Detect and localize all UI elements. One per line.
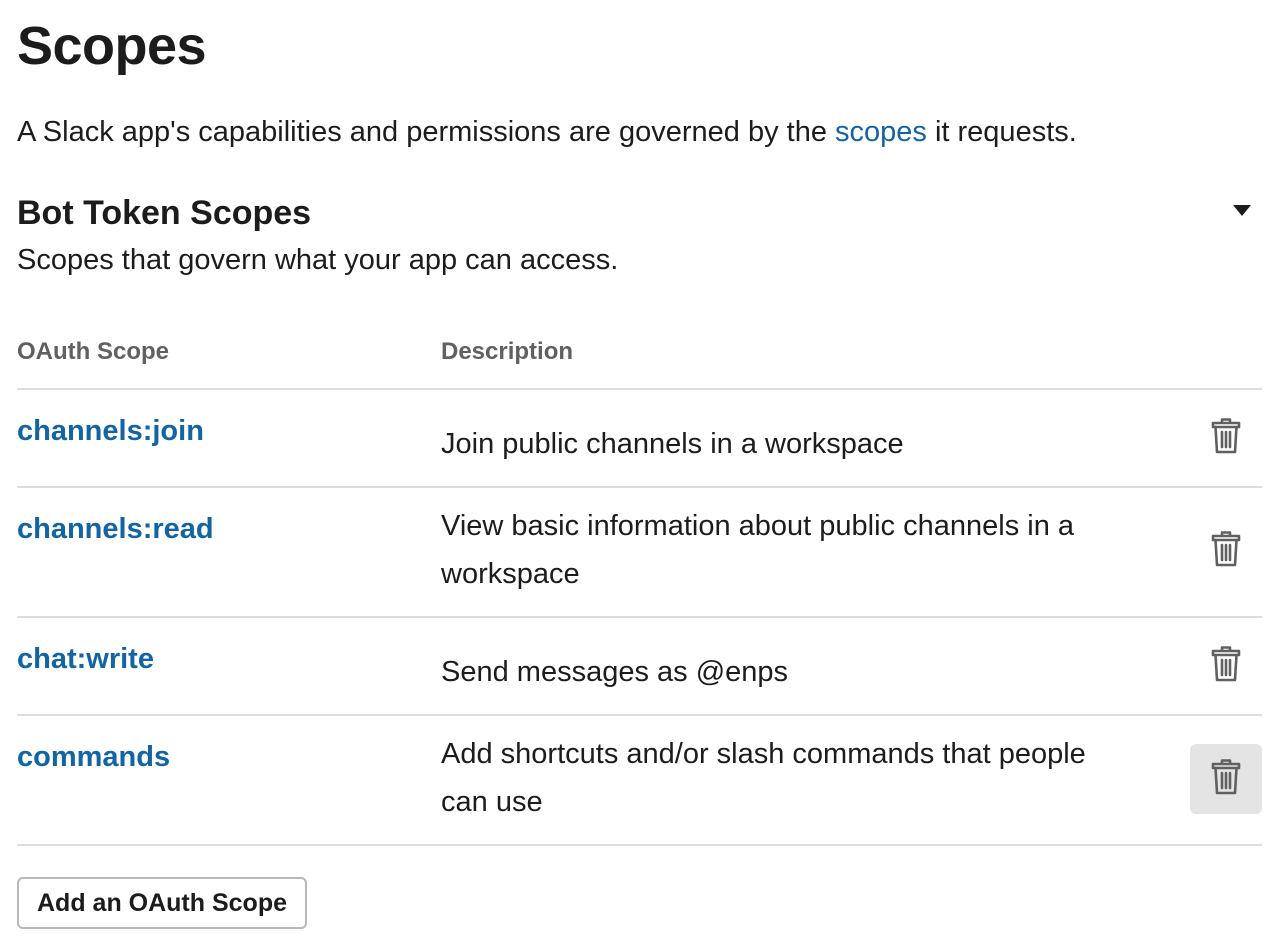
trash-icon bbox=[1211, 530, 1241, 572]
intro-text-before: A Slack app's capabilities and permissio… bbox=[17, 116, 836, 148]
delete-scope-button[interactable] bbox=[1190, 516, 1262, 586]
trash-icon bbox=[1211, 645, 1241, 687]
scope-name-link[interactable]: channels:join bbox=[17, 412, 204, 450]
scope-description: Add shortcuts and/or slash commands that… bbox=[441, 738, 1086, 818]
scope-description: Join public channels in a workspace bbox=[441, 428, 904, 460]
scope-name-link[interactable]: chat:write bbox=[17, 640, 154, 678]
caret-down-icon[interactable] bbox=[1229, 200, 1255, 220]
column-header-description: Description bbox=[441, 338, 574, 365]
table-header: OAuth Scope Description bbox=[17, 328, 1262, 390]
scopes-table: OAuth Scope Description channels:join Jo… bbox=[17, 328, 1262, 846]
intro-text-after: it requests. bbox=[926, 116, 1077, 148]
scopes-link[interactable]: scopes bbox=[835, 116, 927, 148]
table-row: chat:write Send messages as @enps bbox=[17, 618, 1262, 716]
scope-description: View basic information about public chan… bbox=[441, 510, 1075, 590]
delete-scope-button[interactable] bbox=[1190, 744, 1262, 814]
trash-icon bbox=[1211, 758, 1241, 800]
scope-name-link[interactable]: channels:read bbox=[17, 510, 214, 548]
delete-scope-button[interactable] bbox=[1190, 403, 1262, 473]
scope-name-link[interactable]: commands bbox=[17, 738, 170, 776]
column-header-oauth-scope: OAuth Scope bbox=[17, 338, 170, 365]
section-subtitle: Scopes that govern what your app can acc… bbox=[17, 244, 619, 276]
trash-icon bbox=[1211, 417, 1241, 459]
delete-scope-button[interactable] bbox=[1190, 631, 1262, 701]
table-row: commands Add shortcuts and/or slash comm… bbox=[17, 716, 1262, 846]
add-oauth-scope-button[interactable]: Add an OAuth Scope bbox=[17, 877, 307, 929]
scope-description: Send messages as @enps bbox=[441, 656, 789, 688]
intro-text: A Slack app's capabilities and permissio… bbox=[17, 113, 1077, 151]
page-title: Scopes bbox=[17, 16, 207, 76]
table-row: channels:read View basic information abo… bbox=[17, 488, 1262, 618]
section-title: Bot Token Scopes bbox=[17, 194, 312, 232]
table-row: channels:join Join public channels in a … bbox=[17, 390, 1262, 488]
